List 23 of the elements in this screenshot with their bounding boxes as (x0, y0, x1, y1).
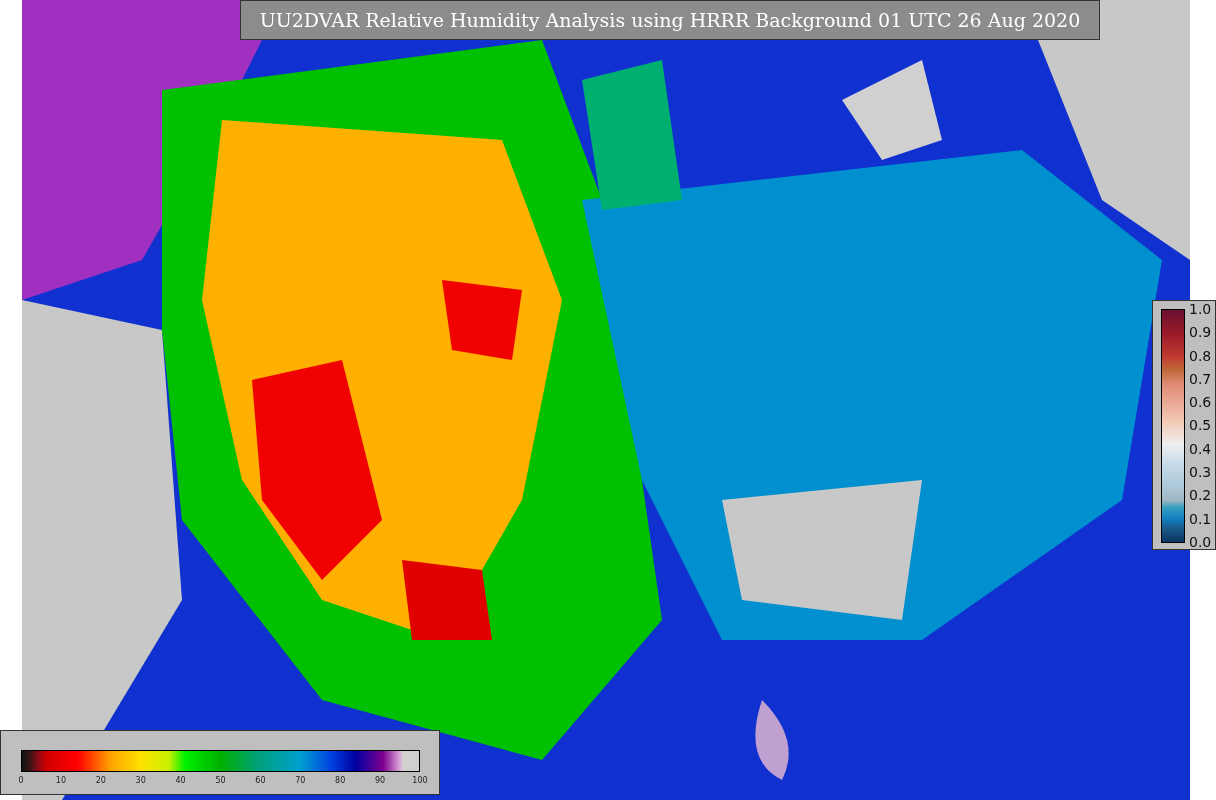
tick-label: 80 (335, 776, 346, 785)
tick-label: 0.5 (1189, 417, 1212, 434)
tick-label: 60 (255, 776, 266, 785)
tick-label: 0.1 (1189, 510, 1212, 527)
tick-label: 0.4 (1189, 440, 1212, 457)
tick-label: 40 (175, 776, 186, 785)
tick-label: 50 (215, 776, 226, 785)
tick-label: 0.2 (1189, 487, 1212, 504)
tick-label: 10 (55, 776, 66, 785)
tick-label: 1.0 (1189, 301, 1212, 317)
tick-label: 0.8 (1189, 347, 1212, 364)
tick-label: 90 (375, 776, 386, 785)
tick-label: 30 (135, 776, 146, 785)
tick-label: 0 (18, 776, 24, 785)
tick-label: 0.3 (1189, 464, 1212, 481)
tick-label: 0.7 (1189, 370, 1212, 387)
tick-label: 100 (412, 776, 428, 785)
tick-label: 0.9 (1189, 324, 1212, 341)
tick-label: 70 (295, 776, 306, 785)
map-title: UU2DVAR Relative Humidity Analysis using HRRR Background 01 UTC 26 Aug 2020 (240, 0, 1100, 40)
tick-label: 0.0 (1189, 533, 1212, 550)
tick-label: 0.6 (1189, 394, 1212, 411)
tick-label: 20 (95, 776, 106, 785)
